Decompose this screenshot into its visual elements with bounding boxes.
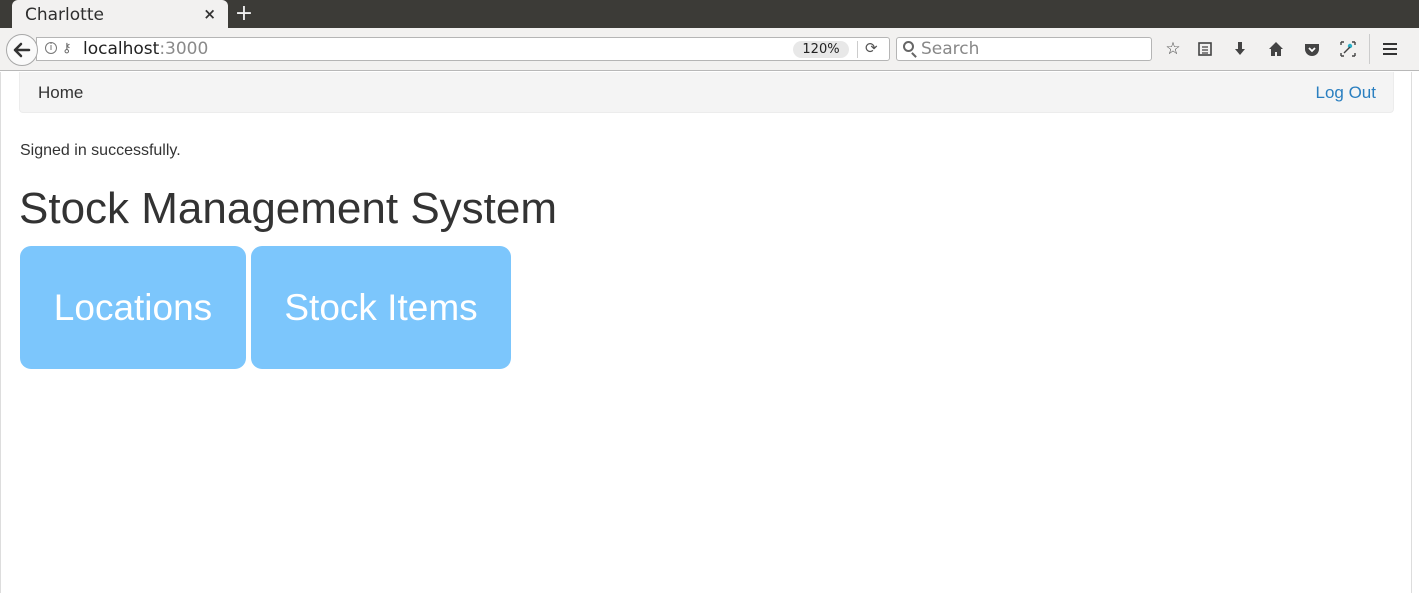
search-icon [903,41,914,52]
new-tab-icon[interactable]: + [233,1,255,26]
browser-tab[interactable]: Charlotte × [12,0,228,28]
search-bar[interactable]: Search [896,37,1152,61]
close-icon[interactable]: × [203,5,216,23]
scrollbar[interactable] [1411,72,1419,593]
url-bar[interactable]: i ⚷ localhost:3000 120% ⟳ [36,37,890,61]
logout-link[interactable]: Log Out [1316,83,1377,103]
site-navbar: Home Log Out [19,72,1394,113]
web-page: Home Log Out Signed in successfully. Sto… [0,72,1411,593]
back-button[interactable] [6,34,38,66]
info-icon[interactable]: i [45,42,57,54]
url-text[interactable]: localhost:3000 [83,39,208,59]
home-icon[interactable] [1265,38,1287,60]
key-icon[interactable]: ⚷ [62,41,72,56]
reload-icon[interactable]: ⟳ [865,39,878,57]
locations-button[interactable]: Locations [20,246,246,369]
search-input[interactable]: Search [921,39,979,59]
download-icon[interactable] [1229,38,1251,60]
screenshot-icon[interactable] [1337,38,1359,60]
divider [857,41,858,58]
zoom-indicator[interactable]: 120% [793,41,849,58]
page-title: Stock Management System [19,184,558,233]
reading-list-icon[interactable] [1194,38,1216,60]
flash-message: Signed in successfully. [20,142,181,159]
bookmark-star-icon[interactable]: ☆ [1162,38,1184,60]
menu-icon[interactable] [1379,38,1401,60]
stock-items-button[interactable]: Stock Items [251,246,511,369]
tab-strip: Charlotte × + [0,0,1419,28]
tab-title: Charlotte [25,5,104,25]
nav-home-link[interactable]: Home [38,83,83,103]
pocket-icon[interactable] [1301,38,1323,60]
arrow-left-icon [13,42,31,58]
divider [1369,34,1370,64]
browser-toolbar: i ⚷ localhost:3000 120% ⟳ Search ☆ [0,28,1419,71]
